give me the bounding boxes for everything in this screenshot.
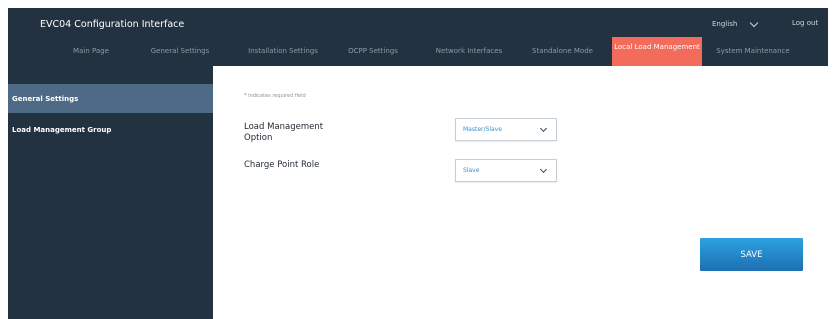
sidebar-item-load-management-group[interactable]: Load Management Group xyxy=(8,122,213,138)
sidebar: General Settings Load Management Group xyxy=(8,66,213,319)
charge-point-role-label: Charge Point Role xyxy=(244,160,320,170)
nav-ocpp-settings[interactable]: OCPP Settings xyxy=(338,37,408,66)
required-star: * xyxy=(244,93,247,99)
nav-local-load-management[interactable]: Local Load Management xyxy=(612,37,702,66)
nav-standalone-mode[interactable]: Standalone Mode xyxy=(520,37,605,66)
top-bar: EVC04 Configuration Interface English Lo… xyxy=(8,8,828,66)
sidebar-item-general-settings[interactable]: General Settings xyxy=(8,84,213,113)
main-content: * Indicates required field Load Manageme… xyxy=(213,66,828,319)
chevron-down-icon xyxy=(539,165,548,174)
main-nav: Main Page General Settings Installation … xyxy=(8,37,828,66)
required-field-note: * Indicates required field xyxy=(244,93,306,99)
nav-general-settings[interactable]: General Settings xyxy=(140,37,220,66)
select-value: Master/Slave xyxy=(463,126,502,133)
load-management-option-label: Load Management Option xyxy=(244,122,324,143)
language-label: English xyxy=(712,20,738,28)
charge-point-role-select[interactable]: Slave xyxy=(455,159,557,182)
language-selector[interactable]: English xyxy=(712,18,759,28)
app-title: EVC04 Configuration Interface xyxy=(40,19,185,30)
chevron-down-icon xyxy=(750,18,759,27)
save-button[interactable]: SAVE xyxy=(700,238,803,271)
nav-installation-settings[interactable]: Installation Settings xyxy=(233,37,333,66)
nav-main-page[interactable]: Main Page xyxy=(51,37,131,66)
logout-link[interactable]: Log out xyxy=(792,19,818,27)
load-management-option-select[interactable]: Master/Slave xyxy=(455,118,557,141)
required-note-text: Indicates required field xyxy=(248,93,306,99)
chevron-down-icon xyxy=(539,124,548,133)
nav-system-maintenance[interactable]: System Maintenance xyxy=(708,37,798,66)
select-value: Slave xyxy=(463,167,480,174)
nav-network-interfaces[interactable]: Network Interfaces xyxy=(424,37,514,66)
app-frame: EVC04 Configuration Interface English Lo… xyxy=(8,8,828,319)
